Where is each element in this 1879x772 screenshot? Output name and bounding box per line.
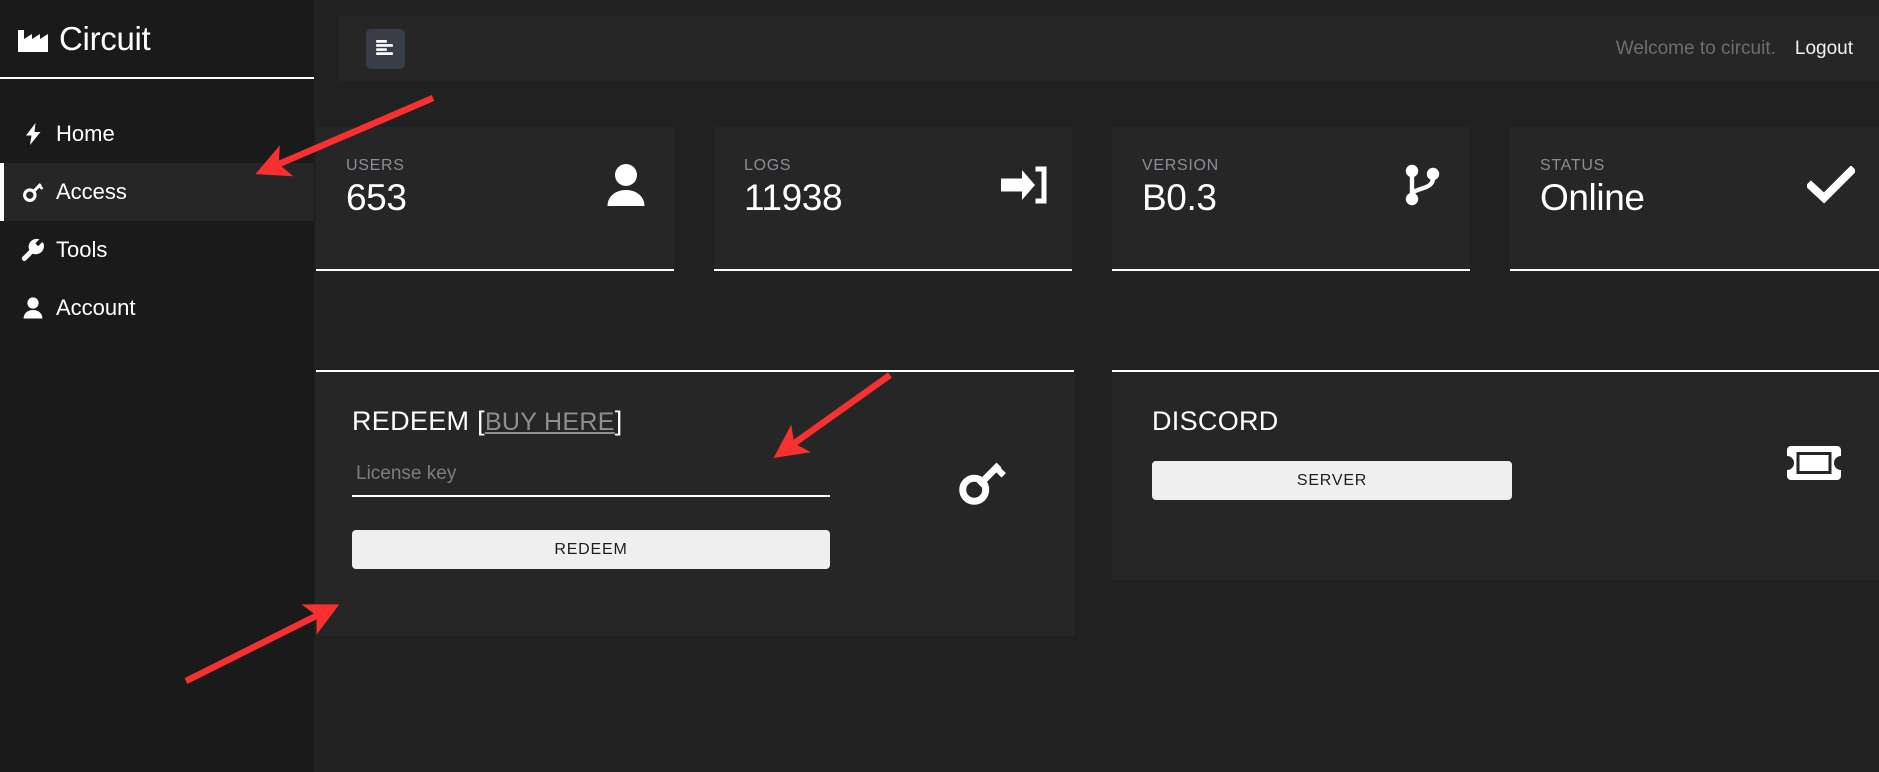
top-bar: Welcome to circuit. Logout xyxy=(338,16,1879,81)
stat-card-version: VERSION B0.3 xyxy=(1112,127,1470,271)
sidebar-toggle-button[interactable] xyxy=(366,28,405,69)
sidebar: Circuit Home Access Tools Account xyxy=(0,0,314,772)
key-icon xyxy=(952,452,1012,512)
stat-value: Online xyxy=(1540,177,1645,218)
bracket-open: [ xyxy=(477,406,485,436)
stat-card-users: USERS 653 xyxy=(316,127,674,271)
sidebar-item-tools[interactable]: Tools xyxy=(0,221,314,279)
check-icon xyxy=(1807,161,1855,209)
bracket-close: ] xyxy=(614,406,623,436)
person-icon xyxy=(602,161,650,209)
brand-logo[interactable]: Circuit xyxy=(0,0,314,79)
redeem-title-text: REDEEM xyxy=(352,406,470,436)
wrench-icon xyxy=(20,238,46,262)
top-bar-right: Welcome to circuit. Logout xyxy=(1616,38,1879,60)
stat-text: USERS 653 xyxy=(346,157,407,218)
discord-title: DISCORD xyxy=(1152,406,1279,436)
bolt-icon xyxy=(20,122,46,146)
sidebar-item-account[interactable]: Account xyxy=(0,279,314,337)
stat-label: VERSION xyxy=(1142,157,1219,174)
discord-server-button[interactable]: SERVER xyxy=(1152,461,1512,500)
stat-label: LOGS xyxy=(744,157,792,174)
sign-in-icon xyxy=(1000,161,1048,209)
redeem-panel: REDEEM [BUY HERE] REDEEM xyxy=(316,370,1074,636)
align-left-icon xyxy=(376,39,395,58)
stats-row: USERS 653 LOGS 11938 VERSION B0.3 STATUS… xyxy=(314,127,1879,271)
stat-label: STATUS xyxy=(1540,157,1605,174)
welcome-message: Welcome to circuit. xyxy=(1615,37,1776,59)
stat-text: VERSION B0.3 xyxy=(1142,157,1219,218)
stat-card-logs: LOGS 11938 xyxy=(714,127,1072,271)
stat-label: USERS xyxy=(346,157,405,174)
main-content: Welcome to circuit. Logout USERS 653 LOG… xyxy=(314,0,1879,772)
stat-value: B0.3 xyxy=(1142,177,1217,218)
discord-panel: DISCORD SERVER xyxy=(1112,370,1879,580)
sidebar-item-access[interactable]: Access xyxy=(0,163,314,221)
stat-value: 653 xyxy=(346,177,407,218)
stat-card-status: STATUS Online xyxy=(1510,127,1879,271)
stat-text: STATUS Online xyxy=(1540,157,1645,218)
sidebar-item-label: Home xyxy=(56,121,115,146)
app-root: Circuit Home Access Tools Account Welcom… xyxy=(0,0,1879,772)
sidebar-item-label: Access xyxy=(56,179,127,204)
license-key-field xyxy=(352,461,830,497)
license-key-input[interactable] xyxy=(352,461,830,488)
logout-link[interactable]: Logout xyxy=(1795,38,1853,60)
buy-here-link[interactable]: BUY HERE xyxy=(485,408,615,436)
sidebar-item-label: Tools xyxy=(56,237,108,262)
sidebar-item-label: Account xyxy=(56,295,136,320)
factory-icon xyxy=(18,24,48,54)
redeem-title: REDEEM [BUY HERE] xyxy=(352,406,1074,437)
person-icon xyxy=(20,296,46,320)
brand-label: Circuit xyxy=(59,20,151,57)
stat-value: 11938 xyxy=(744,177,843,218)
stat-text: LOGS 11938 xyxy=(744,157,843,218)
sidebar-nav: Home Access Tools Account xyxy=(0,79,314,337)
redeem-button[interactable]: REDEEM xyxy=(352,530,830,569)
key-icon xyxy=(20,180,46,204)
sidebar-item-home[interactable]: Home xyxy=(0,105,314,163)
ticket-icon xyxy=(1784,440,1844,486)
code-branch-icon xyxy=(1398,161,1446,209)
